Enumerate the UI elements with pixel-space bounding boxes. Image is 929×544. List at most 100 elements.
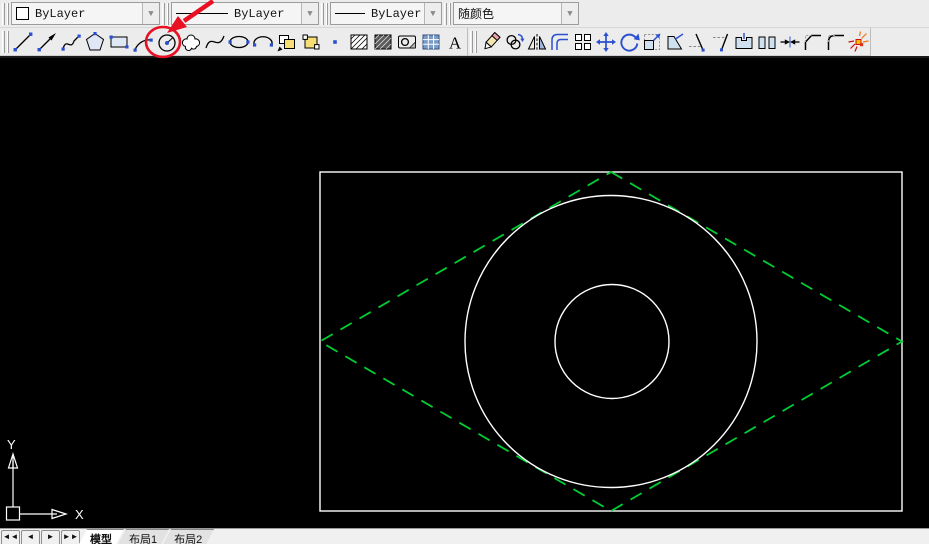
chevron-down-icon[interactable]: ▼ <box>561 3 578 24</box>
circle-tool-button[interactable] <box>155 29 179 55</box>
hatch-icon <box>347 30 371 54</box>
svg-text:A: A <box>449 34 462 53</box>
lineweight-control-value: ByLayer <box>371 7 421 21</box>
break-at-point-tool-button[interactable] <box>732 29 755 55</box>
plot-style-control-value: 随颜色 <box>458 5 494 22</box>
ucs-y-label: Y <box>7 437 16 452</box>
gradient-icon <box>371 30 395 54</box>
circle-icon <box>155 30 179 54</box>
ellipse-icon <box>227 30 251 54</box>
toolbar-grip[interactable] <box>2 3 9 25</box>
copy-tool-button[interactable] <box>502 29 525 55</box>
hatch-tool-button[interactable] <box>347 29 371 55</box>
table-tool-button[interactable] <box>419 29 443 55</box>
make-block-icon <box>299 30 323 54</box>
linetype-control-value: ByLayer <box>234 7 284 21</box>
polyline-icon <box>59 30 83 54</box>
ellipse-tool-button[interactable] <box>227 29 251 55</box>
spline-tool-button[interactable] <box>203 29 227 55</box>
mirror-tool-button[interactable] <box>525 29 548 55</box>
toolbar-grip[interactable] <box>321 3 328 25</box>
offset-tool-button[interactable] <box>548 29 571 55</box>
multiline-text-tool-button[interactable]: A <box>443 29 467 55</box>
scale-icon <box>640 30 664 54</box>
move-tool-button[interactable] <box>594 29 617 55</box>
rectangle-tool-button[interactable] <box>107 29 131 55</box>
rectangle-icon <box>107 30 131 54</box>
insert-block-icon <box>275 30 299 54</box>
polygon-tool-button[interactable] <box>83 29 107 55</box>
point-tool-button[interactable] <box>323 29 347 55</box>
rotate-icon <box>617 30 641 54</box>
color-swatch-icon <box>16 7 29 20</box>
chevron-down-icon[interactable]: ▼ <box>301 3 318 24</box>
break-tool-button[interactable] <box>755 29 778 55</box>
explode-tool-button[interactable] <box>847 29 870 55</box>
copy-icon <box>502 30 526 54</box>
tool-toolbar-row: A <box>0 28 929 58</box>
polyline-tool-button[interactable] <box>59 29 83 55</box>
drawn-inner-circle[interactable] <box>555 285 669 399</box>
ellipse-arc-icon <box>251 30 275 54</box>
linetype-sample-icon <box>176 13 228 14</box>
stretch-tool-button[interactable] <box>663 29 686 55</box>
toolbar-grip[interactable] <box>162 3 169 25</box>
move-icon <box>594 30 618 54</box>
draw-toolbar: A <box>0 28 468 56</box>
make-block-tool-button[interactable] <box>299 29 323 55</box>
join-tool-button[interactable] <box>778 29 801 55</box>
fillet-tool-button[interactable] <box>824 29 847 55</box>
scale-tool-button[interactable] <box>640 29 663 55</box>
point-icon <box>323 30 347 54</box>
explode-icon <box>847 30 871 54</box>
chamfer-icon <box>801 30 825 54</box>
revision-cloud-tool-button[interactable] <box>179 29 203 55</box>
erase-tool-button[interactable] <box>479 29 502 55</box>
rotate-tool-button[interactable] <box>617 29 640 55</box>
toolbar-grip[interactable] <box>2 31 9 53</box>
modify-toolbar-icons <box>479 29 870 55</box>
drawn-dashed-diamond[interactable] <box>320 172 902 511</box>
draw-toolbar-icons: A <box>11 29 467 55</box>
multiline-text-icon: A <box>443 30 467 54</box>
line-tool-button[interactable] <box>11 29 35 55</box>
array-tool-button[interactable] <box>571 29 594 55</box>
ellipse-arc-tool-button[interactable] <box>251 29 275 55</box>
chevron-down-icon[interactable]: ▼ <box>424 3 441 24</box>
drawn-rectangle[interactable] <box>320 172 902 511</box>
fillet-icon <box>824 30 848 54</box>
toolbar-grip[interactable] <box>470 31 477 53</box>
gradient-tool-button[interactable] <box>371 29 395 55</box>
properties-toolbar: ByLayer ▼ ByLayer ▼ ByLayer ▼ 随颜色 ▼ <box>0 0 929 28</box>
chamfer-tool-button[interactable] <box>801 29 824 55</box>
stretch-icon <box>663 30 687 54</box>
construction-line-tool-button[interactable] <box>35 29 59 55</box>
model-space-canvas[interactable]: Y X <box>0 58 929 528</box>
lineweight-sample-icon <box>335 13 365 14</box>
array-icon <box>571 30 595 54</box>
region-tool-button[interactable] <box>395 29 419 55</box>
plot-style-control-dropdown[interactable]: 随颜色 ▼ <box>453 2 579 25</box>
line-icon <box>11 30 35 54</box>
break-icon <box>755 30 779 54</box>
lineweight-control-dropdown[interactable]: ByLayer ▼ <box>330 2 442 25</box>
mirror-icon <box>525 30 549 54</box>
modify-toolbar <box>468 28 871 56</box>
drawn-outer-circle[interactable] <box>465 196 757 488</box>
polygon-icon <box>83 30 107 54</box>
arc-icon <box>131 30 155 54</box>
ucs-x-label: X <box>75 507 84 522</box>
break-at-point-icon <box>732 30 756 54</box>
color-control-dropdown[interactable]: ByLayer ▼ <box>11 2 160 25</box>
chevron-down-icon[interactable]: ▼ <box>142 3 159 24</box>
toolbar-grip[interactable] <box>444 3 451 25</box>
spline-icon <box>203 30 227 54</box>
construction-line-icon <box>35 30 59 54</box>
revision-cloud-icon <box>179 30 203 54</box>
arc-tool-button[interactable] <box>131 29 155 55</box>
ucs-icon: Y X <box>7 437 85 522</box>
insert-block-tool-button[interactable] <box>275 29 299 55</box>
linetype-control-dropdown[interactable]: ByLayer ▼ <box>171 2 319 25</box>
trim-tool-button[interactable] <box>686 29 709 55</box>
extend-tool-button[interactable] <box>709 29 732 55</box>
